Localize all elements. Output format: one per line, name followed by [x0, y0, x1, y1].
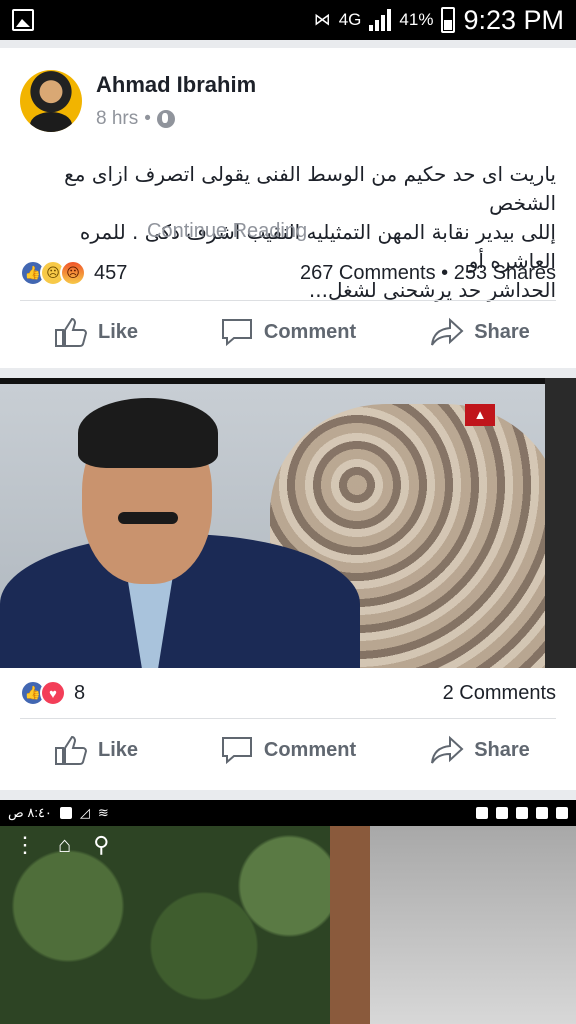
- reactions-summary[interactable]: 👍 ♥ 8: [20, 680, 85, 706]
- tag-icon[interactable]: ⌂: [58, 832, 71, 858]
- reaction-count: 8: [74, 681, 86, 704]
- post-stats[interactable]: 267 Comments • 253 Shares: [300, 262, 556, 285]
- image-icon: [516, 807, 528, 819]
- comment-count[interactable]: 267 Comments: [300, 262, 436, 284]
- more-options-icon[interactable]: ⋮: [14, 832, 36, 858]
- network-type: 4G: [338, 10, 362, 29]
- share-icon: [431, 317, 464, 346]
- facebook-icon: [496, 807, 508, 819]
- author-name[interactable]: Ahmad Ibrahim: [96, 72, 256, 98]
- reaction-count: 457: [94, 261, 128, 284]
- comment-count[interactable]: 2 Comments: [443, 682, 556, 704]
- battery-icon: [59, 807, 72, 819]
- status-bar: ⋈ 4G 41% 9:23 PM: [0, 0, 576, 40]
- post-card: ▲ 👍 ♥ 8 2 Comments Like Comment Share: [0, 378, 576, 790]
- clock: 9:23 PM: [463, 4, 564, 35]
- angry-reaction-icon: ☹: [60, 260, 86, 286]
- share-label: Share: [474, 320, 530, 343]
- like-button[interactable]: Like: [0, 316, 192, 348]
- reactions-summary[interactable]: 👍 ☹ ☹ 457: [20, 260, 127, 286]
- like-label: Like: [97, 320, 139, 343]
- share-label: Share: [474, 738, 530, 761]
- post-text-line: ياريت اى حد حكيم من الوسط الفنى يقولى ات…: [64, 162, 556, 215]
- gallery-icon: [476, 807, 488, 819]
- like-label: Like: [97, 738, 139, 761]
- messenger-icon: [536, 807, 548, 819]
- share-button[interactable]: Share: [384, 316, 576, 348]
- battery-icon: [556, 807, 568, 819]
- avatar[interactable]: [20, 70, 82, 132]
- embedded-status-bar: ٨:٤٠ ص ◿ ≋: [0, 800, 576, 826]
- comment-label: Comment: [263, 320, 357, 343]
- signal-icon: [369, 9, 392, 31]
- post-actions: Like Comment Share: [0, 316, 576, 348]
- post-card: Ahmad Ibrahim 8 hrs • ياريت اى حد حكيم م…: [0, 48, 576, 368]
- mute-icon: ⋈: [313, 10, 331, 29]
- post-actions: Like Comment Share: [0, 734, 576, 766]
- divider: [20, 300, 556, 301]
- share-count[interactable]: 253 Shares: [454, 262, 556, 284]
- tv-screen-image: ▲: [0, 384, 560, 668]
- comment-icon: [221, 737, 252, 765]
- battery-icon: [441, 7, 456, 33]
- post-photo[interactable]: ٨:٤٠ ص ◿ ≋ ⋮ ⌂ ⚲: [0, 800, 576, 1024]
- gallery-notification-icon: [12, 9, 34, 31]
- share-button[interactable]: Share: [384, 734, 576, 766]
- share-icon: [431, 735, 464, 764]
- search-icon[interactable]: ⚲: [93, 832, 109, 858]
- thumbs-up-icon: [54, 735, 87, 765]
- battery-percent: 41%: [399, 10, 434, 29]
- channel-logo: ▲: [465, 404, 495, 426]
- signal-icon: ◿: [79, 805, 90, 820]
- comment-icon: [221, 319, 252, 347]
- continue-reading-link[interactable]: Continue Reading: [147, 220, 307, 243]
- thumbs-up-icon: [54, 317, 87, 347]
- post-header: Ahmad Ibrahim 8 hrs •: [20, 70, 256, 132]
- comment-button[interactable]: Comment: [192, 316, 384, 348]
- like-button[interactable]: Like: [0, 734, 192, 766]
- love-reaction-icon: ♥: [40, 680, 66, 706]
- comment-button[interactable]: Comment: [192, 734, 384, 766]
- post-photo[interactable]: ▲: [0, 378, 576, 668]
- wifi-icon: ≋: [97, 805, 109, 820]
- divider: [20, 718, 556, 719]
- embedded-clock: ٨:٤٠ ص: [8, 805, 52, 820]
- comment-label: Comment: [263, 738, 357, 761]
- post-timestamp[interactable]: 8 hrs: [96, 108, 138, 130]
- post-stats[interactable]: 2 Comments: [443, 682, 556, 705]
- globe-icon: [156, 110, 175, 128]
